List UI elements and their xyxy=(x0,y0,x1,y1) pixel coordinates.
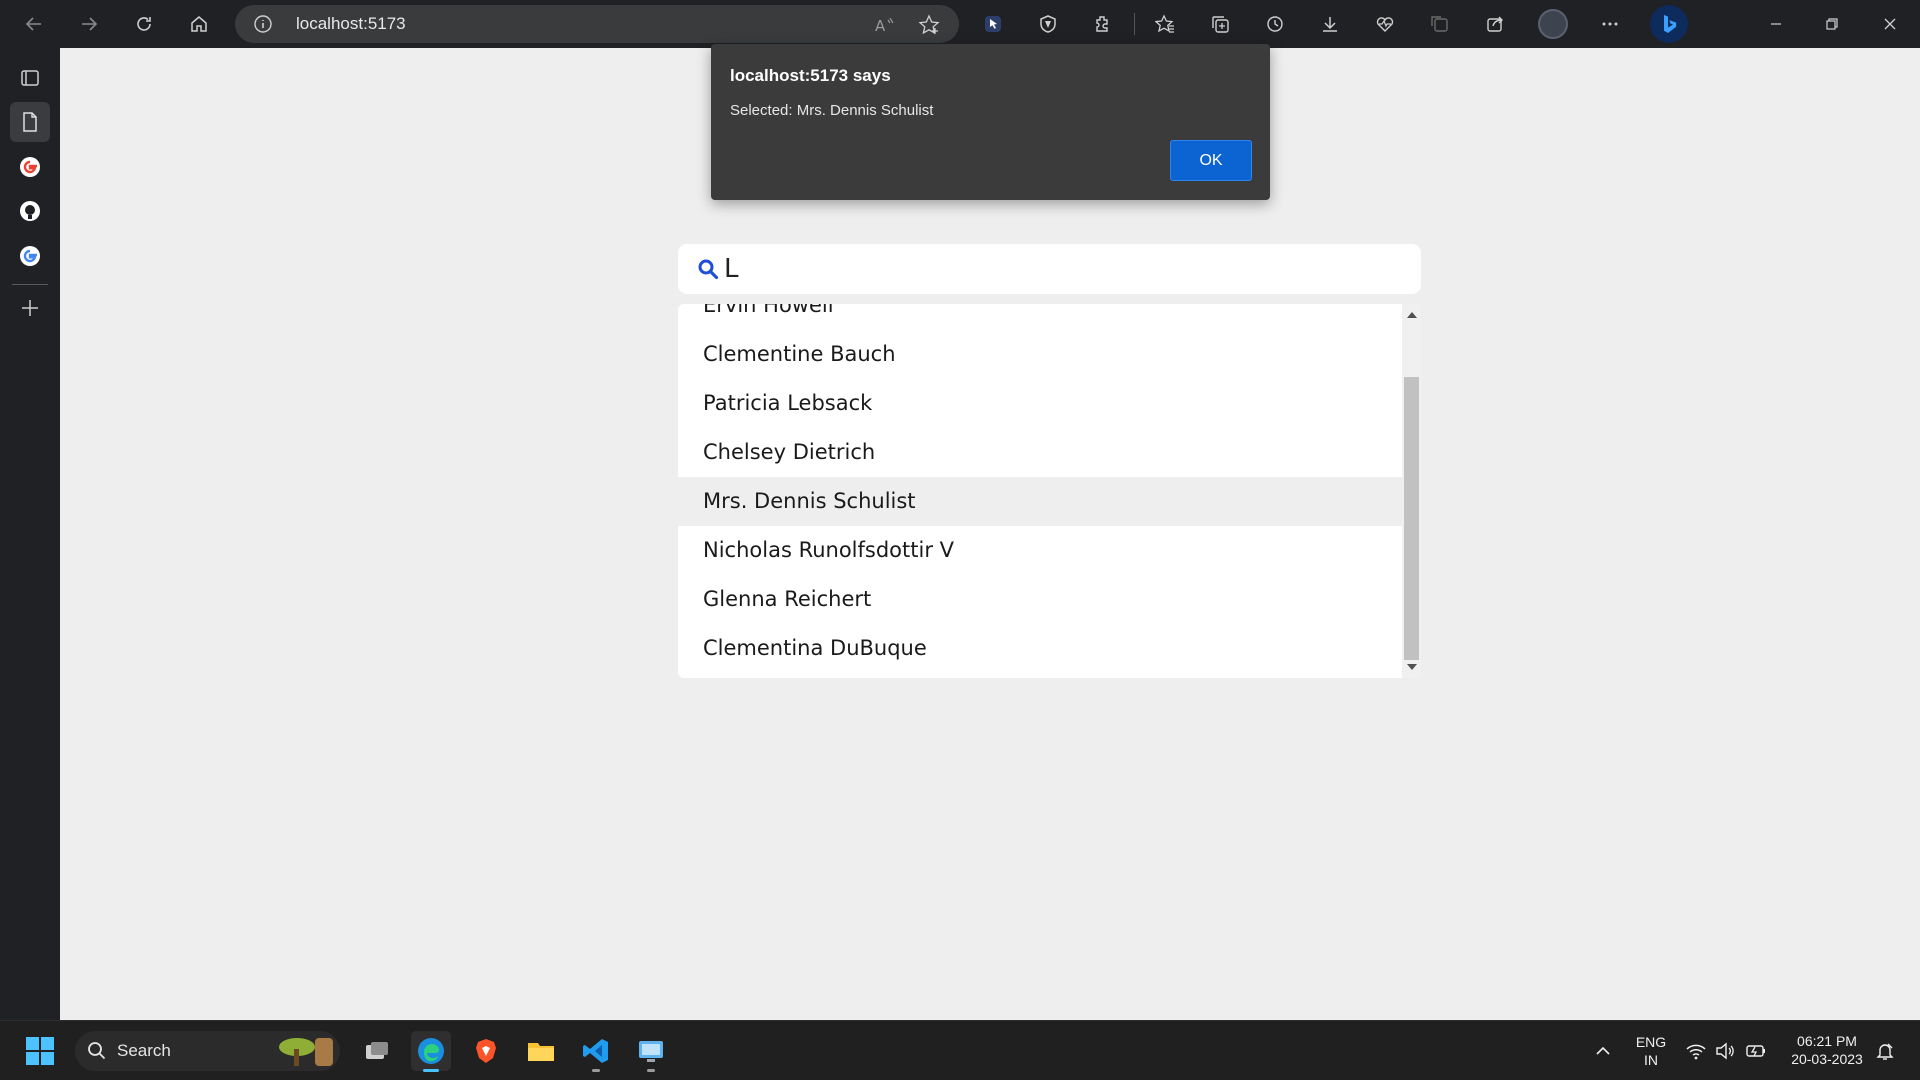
active-indicator xyxy=(423,1069,439,1072)
language-indicator[interactable]: ENG IN xyxy=(1630,1033,1672,1069)
share-icon[interactable] xyxy=(1477,6,1513,42)
alert-title: localhost:5173 says xyxy=(730,66,891,85)
result-item[interactable]: Patricia Lebsack xyxy=(678,379,1402,428)
search-input[interactable] xyxy=(724,249,1404,289)
running-indicator xyxy=(647,1069,655,1072)
taskbar-search[interactable]: Search xyxy=(75,1031,340,1071)
address-url[interactable]: localhost:5173 xyxy=(296,5,406,43)
shield-extension-icon[interactable] xyxy=(1030,6,1066,42)
downloads-icon[interactable] xyxy=(1312,6,1348,42)
refresh-icon[interactable] xyxy=(126,6,162,42)
taskbar-search-label: Search xyxy=(117,1041,171,1060)
home-icon[interactable] xyxy=(181,6,217,42)
alert-message: Selected: Mrs. Dennis Schulist xyxy=(730,102,934,119)
read-aloud-icon[interactable]: A xyxy=(873,14,895,36)
extensions-icon[interactable] xyxy=(1085,6,1121,42)
scroll-down-icon[interactable] xyxy=(1407,664,1417,670)
vscode-icon[interactable] xyxy=(576,1031,616,1072)
results-scrollbar[interactable] xyxy=(1402,304,1421,678)
results-dropdown[interactable]: Ervin Howell Clementine Bauch Patricia Leb… xyxy=(678,304,1421,678)
favorites-icon[interactable] xyxy=(1147,6,1183,42)
result-item[interactable]: Mrs. Dennis Schulist xyxy=(678,477,1402,526)
edge-icon[interactable] xyxy=(411,1031,451,1072)
volume-icon[interactable] xyxy=(1714,1040,1736,1062)
close-icon[interactable] xyxy=(1872,6,1908,42)
sidebar-divider xyxy=(12,284,48,285)
restore-icon[interactable] xyxy=(1814,6,1850,42)
running-indicator xyxy=(592,1069,600,1072)
result-item[interactable]: Clementina DuBuque xyxy=(678,624,1402,673)
search-icon xyxy=(698,259,719,280)
history-icon[interactable] xyxy=(1257,6,1293,42)
browser-toolbar: localhost:5173 A xyxy=(0,0,1920,48)
search-highlight-icon xyxy=(279,1038,333,1066)
page-icon[interactable] xyxy=(10,102,50,142)
google-icon[interactable] xyxy=(10,147,50,187)
screenshot-icon[interactable] xyxy=(1422,6,1458,42)
add-favorite-icon[interactable] xyxy=(918,14,940,36)
toolbar-divider xyxy=(1134,13,1135,35)
chevron-up-icon[interactable] xyxy=(1592,1040,1614,1062)
remote-desktop-icon[interactable] xyxy=(631,1031,671,1072)
back-icon[interactable] xyxy=(16,6,52,42)
profile-icon[interactable] xyxy=(1538,9,1568,39)
file-explorer-icon[interactable] xyxy=(521,1031,561,1071)
scroll-up-icon[interactable] xyxy=(1407,312,1417,318)
windows-start-icon[interactable] xyxy=(20,1031,60,1071)
info-icon[interactable] xyxy=(253,14,273,34)
performance-icon[interactable] xyxy=(1367,6,1403,42)
tab-actions-icon[interactable] xyxy=(10,58,50,98)
browser-sidebar xyxy=(0,48,60,1020)
results-list: Ervin Howell Clementine Bauch Patricia Leb… xyxy=(678,304,1402,673)
alert-dialog: localhost:5173 says Selected: Mrs. Denni… xyxy=(711,44,1270,200)
ok-button[interactable]: OK xyxy=(1170,140,1252,181)
google-icon[interactable] xyxy=(10,236,50,276)
clock-date: 20-03-2023 xyxy=(1791,1051,1863,1067)
clock[interactable]: 06:21 PM 20-03-2023 xyxy=(1782,1032,1872,1068)
taskbar: Search ENG IN 06:21 PM 20-03-2023 xyxy=(0,1020,1920,1080)
battery-icon[interactable] xyxy=(1745,1040,1767,1062)
collections-icon[interactable] xyxy=(1202,6,1238,42)
github-icon[interactable] xyxy=(10,191,50,231)
wifi-icon[interactable] xyxy=(1685,1040,1707,1062)
result-item[interactable]: Nicholas Runolfsdottir V xyxy=(678,526,1402,575)
brave-icon[interactable] xyxy=(466,1031,506,1071)
more-icon[interactable] xyxy=(1592,6,1628,42)
result-item[interactable]: Ervin Howell xyxy=(678,304,1402,330)
scrollbar-thumb[interactable] xyxy=(1404,377,1419,660)
search-box xyxy=(678,244,1421,294)
clock-time: 06:21 PM xyxy=(1797,1033,1857,1049)
result-item[interactable]: Chelsey Dietrich xyxy=(678,428,1402,477)
address-bar[interactable]: localhost:5173 A xyxy=(235,5,959,43)
result-item[interactable]: Glenna Reichert xyxy=(678,575,1402,624)
cursor-extension-icon[interactable] xyxy=(975,6,1011,42)
search-icon xyxy=(88,1042,106,1060)
add-icon[interactable] xyxy=(10,288,50,328)
notifications-icon[interactable] xyxy=(1874,1040,1896,1062)
svg-text:A: A xyxy=(875,17,886,35)
result-item[interactable]: Clementine Bauch xyxy=(678,330,1402,379)
minimize-icon[interactable] xyxy=(1758,6,1794,42)
forward-icon[interactable] xyxy=(71,6,107,42)
task-view-icon[interactable] xyxy=(357,1031,397,1071)
bing-icon[interactable] xyxy=(1650,5,1688,43)
